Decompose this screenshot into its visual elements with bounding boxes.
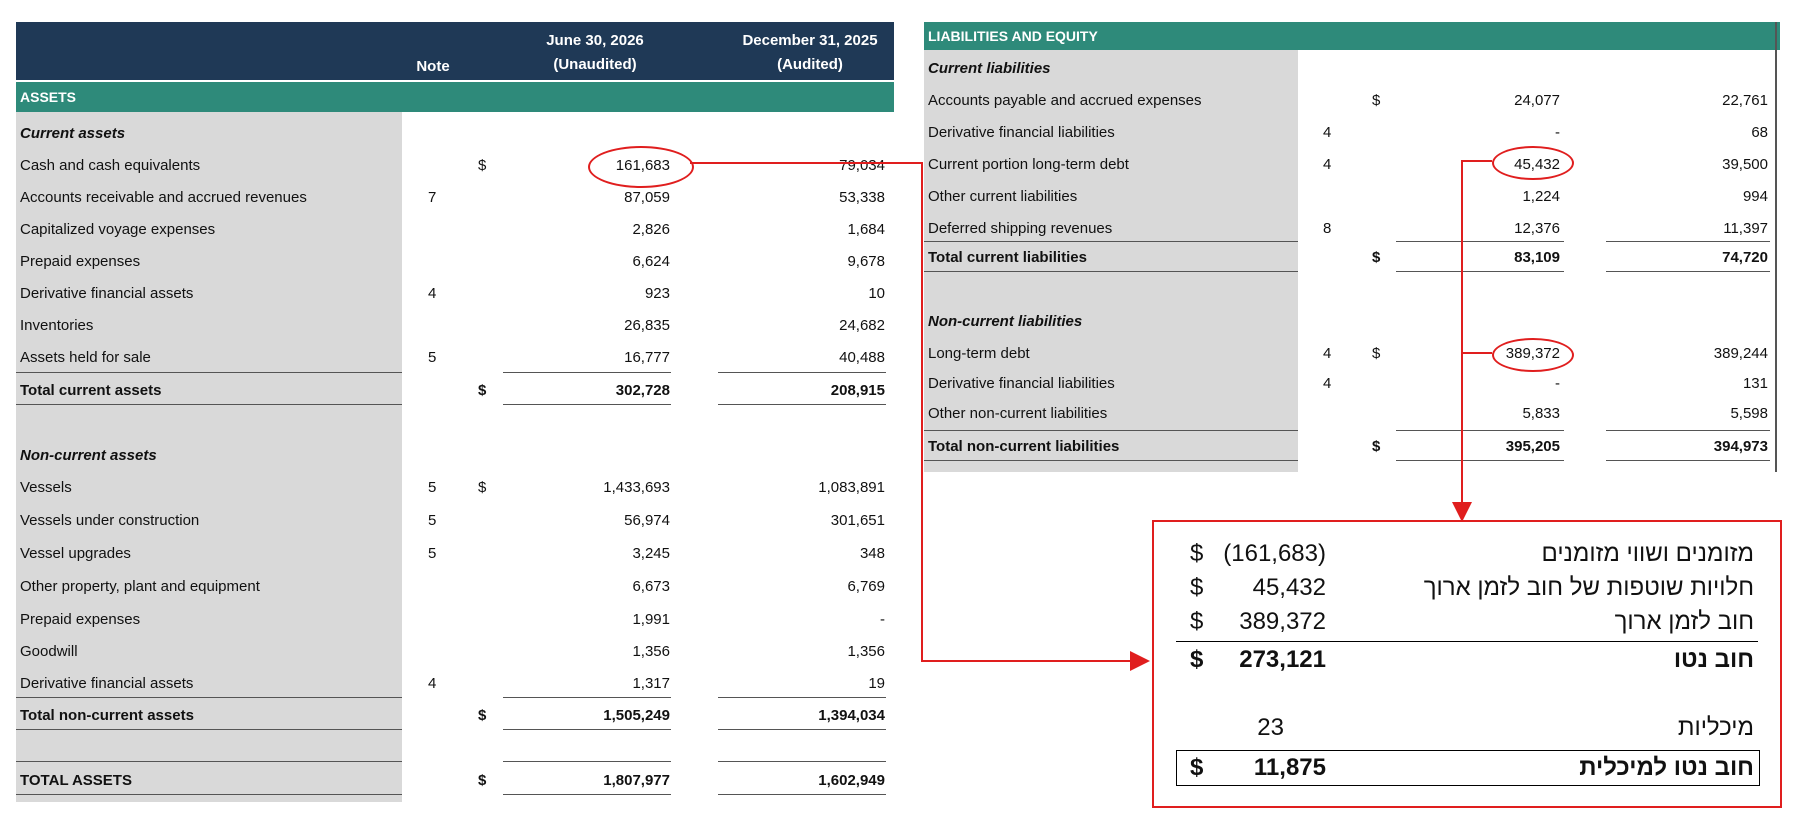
- row-value: (161,683): [1223, 540, 1326, 567]
- row-label: מזומנים ושווי מזומנים: [1541, 540, 1754, 567]
- row-dollar: $: [1190, 540, 1204, 567]
- row-value: 23: [1257, 714, 1284, 741]
- net-debt-box: $ (161,683) מזומנים ושווי מזומנים $ 45,4…: [1152, 520, 1782, 808]
- row-label: מיכליות: [1677, 714, 1754, 741]
- row-dollar: $: [1190, 754, 1204, 781]
- sum-rule: [1176, 641, 1758, 642]
- row-dollar: $: [1190, 646, 1204, 673]
- row-label: חוב לזמן ארוך: [1614, 608, 1754, 635]
- row-value: 389,372: [1239, 608, 1326, 635]
- cash-connector-arrow: [690, 162, 1150, 671]
- row-value: 11,875: [1253, 754, 1326, 781]
- row-label: חלויות שוטפות של חוב לזמן ארוך: [1423, 574, 1754, 601]
- row-value: 273,121: [1239, 646, 1326, 673]
- current-debt-connector-arrow: [1452, 160, 1492, 522]
- row-dollar: $: [1190, 608, 1204, 635]
- row-label: חוב נטו: [1673, 646, 1754, 673]
- row-label: חוב נטו למיכלית: [1579, 754, 1754, 781]
- row-dollar: $: [1190, 574, 1204, 601]
- row-value: 45,432: [1252, 574, 1326, 601]
